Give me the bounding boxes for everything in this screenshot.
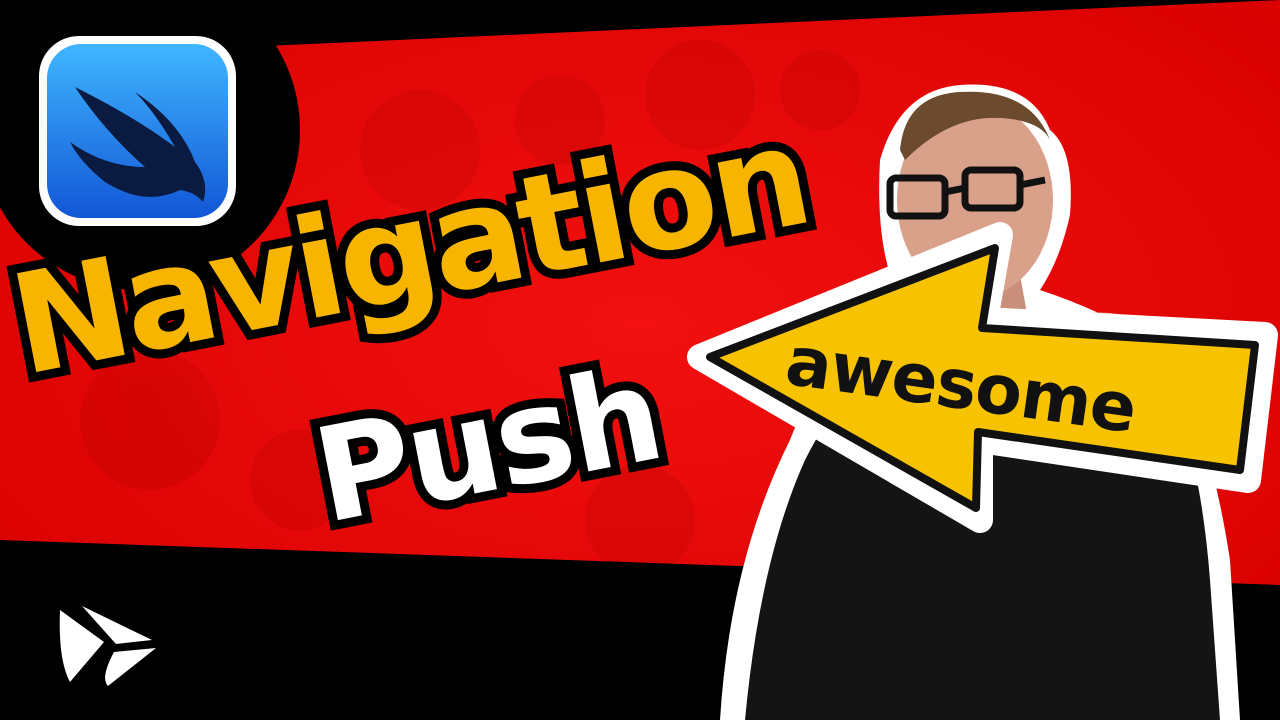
thumbnail-canvas: awesome Navigation Push (0, 0, 1280, 720)
swiftui-logo-icon (39, 36, 236, 226)
brand-logo-icon (59, 606, 156, 686)
